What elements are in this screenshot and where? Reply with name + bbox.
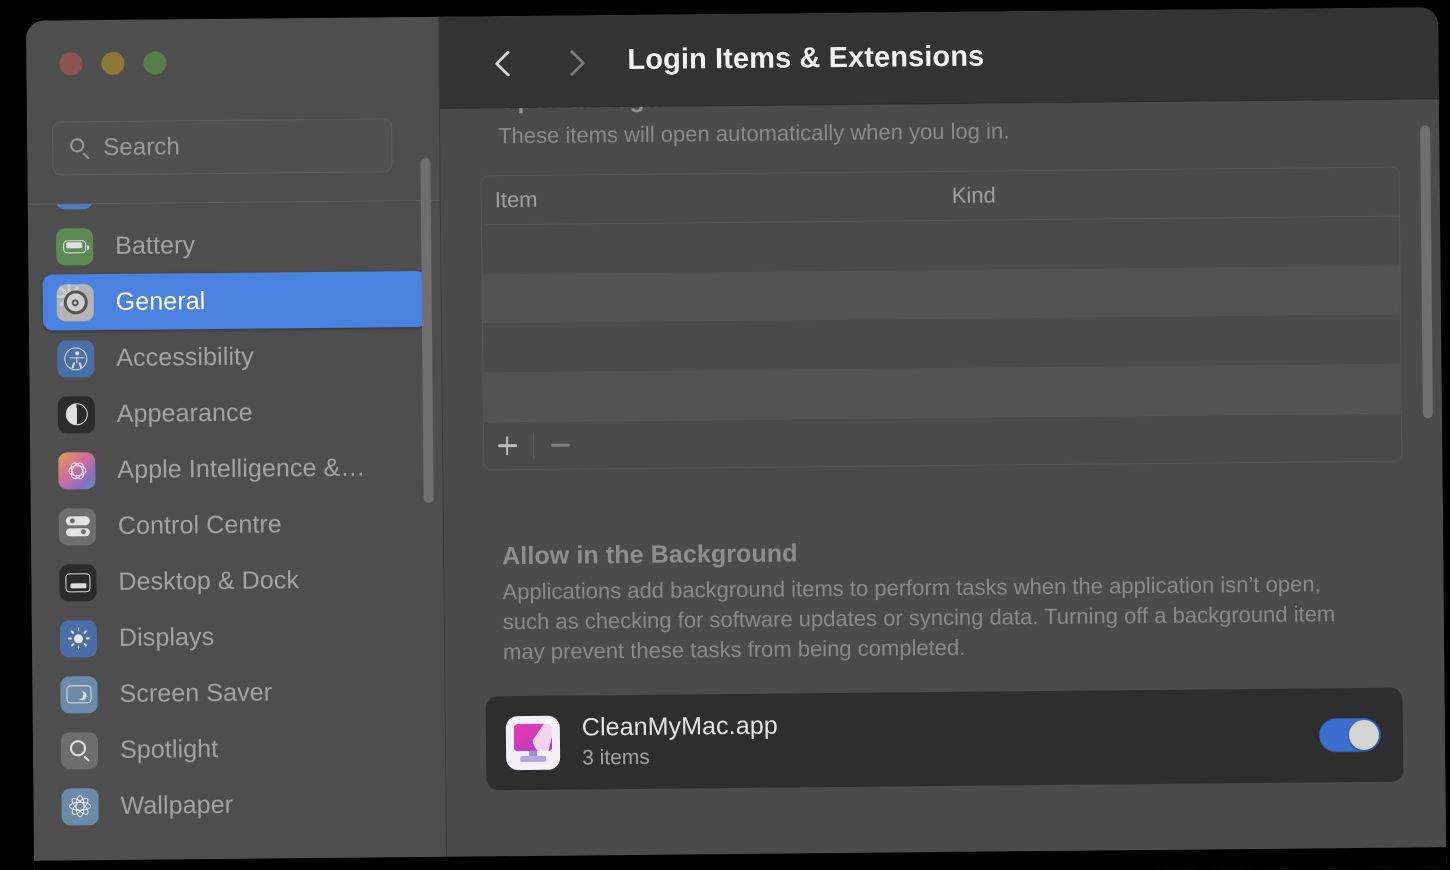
allow-background-title: Allow in the Background [502,539,798,571]
login-items-table[interactable]: Item Kind [480,166,1403,471]
sidebar-item-label: Control Centre [117,509,282,540]
background-app-name: CleanMyMac.app [581,711,778,742]
table-row[interactable] [482,265,1400,324]
toggle-knob [1348,719,1380,750]
wallpaper-icon [61,787,99,825]
control-centre-icon [58,507,97,545]
sidebar-list: Wi-Fi Battery General [28,200,446,835]
close-button[interactable] [59,52,83,76]
open-at-login-description: These items will open automatically when… [498,118,1010,149]
search-placeholder: Search [103,133,181,162]
wifi-icon [55,200,93,209]
cleanmymac-app-icon [505,715,561,770]
sidebar-item-screen-saver[interactable]: Screen Saver [46,663,431,723]
sidebar-item-label: Wallpaper [120,790,234,820]
traffic-light-buttons [59,51,167,76]
sidebar-item-accessibility[interactable]: Accessibility [43,327,428,387]
sidebar-item-desktop-dock[interactable]: Desktop & Dock [45,551,430,611]
table-header-row: Item Kind [481,167,1399,226]
page-title: Login Items & Extensions [627,40,985,77]
gear-icon [56,283,94,321]
displays-icon [59,619,98,657]
back-button[interactable] [479,38,525,84]
forward-button[interactable] [551,38,597,84]
allow-background-description: Applications add background items to per… [502,571,1336,665]
sidebar-item-label: General [115,286,206,316]
accessibility-icon [57,339,95,377]
sidebar-item-label: Accessibility [116,342,254,372]
screenshot-root: Search Wi-Fi Battery [0,0,1450,870]
table-row[interactable] [482,216,1400,275]
maximize-button[interactable] [143,51,167,75]
apple-intelligence-icon [58,451,96,489]
sidebar-item-wallpaper[interactable]: Wallpaper [47,775,432,835]
column-header-item: Item [494,187,538,213]
search-field[interactable]: Search [52,118,393,176]
remove-login-item-button[interactable] [537,422,583,468]
chevron-left-icon [494,49,522,77]
main-pane: Login Items & Extensions Open at Login T… [439,7,1447,870]
sidebar-item-label: Battery [115,230,196,260]
sidebar-item-label: Displays [118,622,215,652]
sidebar-item-apple-intelligence[interactable]: Apple Intelligence &… [44,439,429,499]
sidebar: Search Wi-Fi Battery [26,16,448,870]
background-app-text: CleanMyMac.app 3 items [582,706,1320,770]
toolbar: Login Items & Extensions [439,7,1439,109]
sidebar-item-label: Spotlight [119,734,219,764]
chevron-right-icon [558,49,586,76]
battery-icon [56,227,94,265]
sidebar-item-label: Screen Saver [119,677,273,708]
sidebar-scroll-area[interactable]: Wi-Fi Battery General [28,200,446,870]
desktop-dock-icon [59,563,97,601]
background-app-toggle[interactable] [1318,717,1382,752]
sidebar-item-spotlight[interactable]: Spotlight [47,719,432,779]
background-app-subtitle: 3 items [582,745,650,770]
appearance-icon [57,395,95,433]
settings-content: Open at Login These items will open auto… [440,99,1446,870]
sidebar-item-displays[interactable]: Displays [46,607,431,667]
sidebar-item-control-centre[interactable]: Control Centre [45,495,430,555]
search-icon [69,137,91,159]
table-row[interactable] [483,363,1401,422]
sidebar-item-label: Desktop & Dock [118,565,300,596]
footer-separator [533,432,535,459]
spotlight-icon [60,731,99,769]
add-login-item-button[interactable] [484,423,530,469]
system-settings-window: Search Wi-Fi Battery [26,7,1447,870]
minimize-button[interactable] [101,51,125,76]
table-row[interactable] [482,314,1401,373]
sidebar-item-appearance[interactable]: Appearance [44,383,429,443]
sidebar-item-battery[interactable]: Battery [42,215,427,275]
screen-saver-icon [60,675,98,713]
sidebar-item-label: Apple Intelligence &… [117,453,366,484]
background-app-row[interactable]: CleanMyMac.app 3 items [485,687,1404,790]
sidebar-item-general[interactable]: General [42,270,427,331]
table-body [482,216,1401,422]
column-header-kind: Kind [951,182,996,209]
table-footer [483,412,1402,470]
sidebar-item-label: Appearance [116,398,253,428]
